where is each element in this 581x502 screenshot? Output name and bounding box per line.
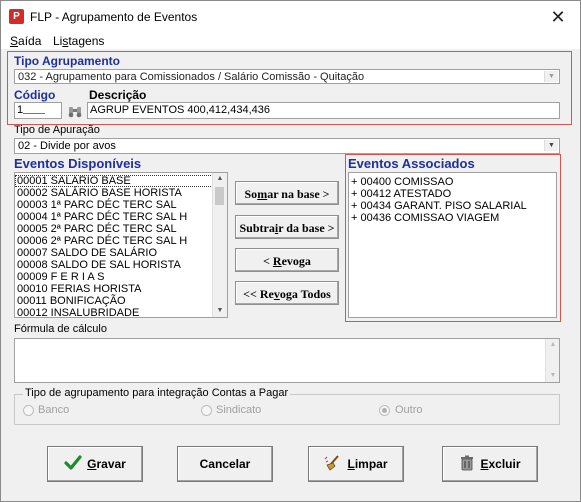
- revoga-todos-label-b: oga Todos: [279, 287, 331, 301]
- broom-icon: [324, 454, 342, 474]
- menu-listagens-label-b: tagens: [68, 34, 105, 48]
- title-bar: P FLP - Agrupamento de Eventos ✕: [1, 1, 580, 31]
- tipo-apuracao-value: 02 - Divide por avos: [18, 140, 116, 152]
- chevron-down-icon[interactable]: ▼: [544, 140, 558, 151]
- tipo-apuracao-label: Tipo de Apuração: [14, 124, 100, 136]
- codigo-label: Código: [14, 88, 56, 102]
- list-item[interactable]: 00008 SALDO DE SAL HORISTA: [15, 259, 227, 271]
- eventos-disponiveis-label: Eventos Disponíveis: [14, 156, 142, 171]
- descricao-input[interactable]: AGRUP EVENTOS 400,412,434,436: [87, 102, 560, 119]
- trash-icon: [459, 455, 475, 474]
- list-item[interactable]: 00006 2ª PARC DÉC TERC SAL H: [15, 235, 227, 247]
- eventos-associados-list[interactable]: + 00400 COMISSAO + 00412 ATESTADO + 0043…: [348, 172, 557, 318]
- list-item[interactable]: 00003 1ª PARC DÉC TERC SAL: [15, 199, 227, 211]
- cancelar-button[interactable]: Cancelar: [177, 446, 273, 482]
- list-item[interactable]: + 00434 GARANT. PISO SALARIAL: [349, 200, 556, 212]
- descricao-value: AGRUP EVENTOS 400,412,434,436: [90, 104, 270, 116]
- radio-outro-label: Outro: [395, 404, 423, 416]
- menu-saida[interactable]: Saída: [10, 34, 41, 48]
- revoga-todos-button[interactable]: << Revoga Todos: [235, 281, 339, 305]
- menu-bar: Saída Listagens: [1, 31, 580, 49]
- descricao-label: Descrição: [89, 88, 147, 102]
- list-item[interactable]: 00009 F E R I A S: [15, 271, 227, 283]
- app-logo-icon: P: [9, 9, 24, 24]
- limpar-button[interactable]: Limpar: [308, 446, 404, 482]
- tipo-agrupamento-label: Tipo Agrupamento: [14, 54, 120, 68]
- gravar-button[interactable]: Gravar: [47, 446, 143, 482]
- formula-scrollbar[interactable]: ▲ ▼: [545, 339, 559, 382]
- list-item[interactable]: 00002 SALÁRIO BASE HORISTA: [15, 187, 227, 199]
- list-item[interactable]: 00010 FERIAS HORISTA: [15, 283, 227, 295]
- codigo-underscore: [23, 103, 46, 114]
- limpar-accel: L: [347, 457, 355, 471]
- list-item[interactable]: + 00400 COMISSAO: [349, 176, 556, 188]
- menu-saida-accel: S: [10, 34, 19, 48]
- subtrair-da-base-button[interactable]: Subtrair da base >: [235, 215, 339, 239]
- menu-listagens-label-a: Li: [53, 34, 63, 48]
- radio-sindicato-label: Sindicato: [216, 404, 262, 416]
- scroll-down-icon[interactable]: ▼: [213, 305, 227, 317]
- excluir-button[interactable]: Excluir: [442, 446, 538, 482]
- revoga-label-b: evoga: [281, 254, 311, 268]
- list-item[interactable]: 00005 2ª PARC DÉC TERC SAL: [15, 223, 227, 235]
- formula-label: Fórmula de cálculo: [14, 323, 107, 335]
- codigo-input[interactable]: 1: [14, 102, 62, 119]
- revoga-label-a: <: [263, 254, 273, 268]
- excluir-label: Excluir: [480, 457, 520, 471]
- limpar-label-rest: impar: [354, 457, 388, 471]
- eventos-disponiveis-list[interactable]: 00001 SALARIO BASE 00002 SALÁRIO BASE HO…: [14, 172, 228, 318]
- subtrair-label-b: r da base >: [278, 221, 335, 235]
- revoga-button[interactable]: < Revoga: [235, 248, 339, 272]
- close-icon[interactable]: ✕: [545, 6, 571, 28]
- cancelar-label: Cancelar: [199, 457, 251, 471]
- somar-label-b: ar na base >: [267, 187, 330, 201]
- checkmark-icon: [64, 454, 82, 474]
- formula-textarea[interactable]: ▲ ▼: [14, 338, 560, 383]
- scroll-up-icon[interactable]: ▲: [546, 339, 559, 351]
- integracao-label: Tipo de agrupamento para integração Cont…: [23, 387, 291, 399]
- revoga-accel: R: [272, 254, 282, 268]
- eventos-associados-label: Eventos Associados: [348, 156, 475, 171]
- radio-sindicato[interactable]: [201, 405, 212, 416]
- gravar-label-rest: ravar: [96, 457, 126, 471]
- somar-na-base-button[interactable]: Somar na base >: [235, 181, 339, 205]
- list-item[interactable]: + 00436 COMISSAO VIAGEM: [349, 212, 556, 224]
- subtrair-label-a: Subtra: [239, 221, 275, 235]
- menu-listagens[interactable]: Listagens: [53, 34, 104, 48]
- list-item[interactable]: 00011 BONIFICAÇÃO: [15, 295, 227, 307]
- excluir-label-rest: xcluir: [488, 457, 521, 471]
- tipo-apuracao-select[interactable]: 02 - Divide por avos ▼: [14, 138, 560, 154]
- revoga-todos-label-a: << Re: [243, 287, 274, 301]
- scroll-down-icon[interactable]: ▼: [546, 370, 559, 382]
- scroll-up-icon[interactable]: ▲: [213, 173, 227, 185]
- radio-banco-label: Banco: [38, 404, 70, 416]
- tipo-agrupamento-select[interactable]: 032 - Agrupamento para Comissionados / S…: [14, 69, 560, 84]
- main-window: P FLP - Agrupamento de Eventos ✕ Saída L…: [0, 0, 581, 502]
- tipo-agrupamento-value: 032 - Agrupamento para Comissionados / S…: [18, 71, 365, 83]
- list-scrollbar[interactable]: ▲ ▼: [212, 173, 227, 317]
- list-item[interactable]: + 00412 ATESTADO: [349, 188, 556, 200]
- somar-accel: m: [257, 187, 268, 201]
- list-item[interactable]: 00004 1ª PARC DÉC TERC SAL H: [15, 211, 227, 223]
- radio-banco[interactable]: [23, 405, 34, 416]
- gravar-label: Gravar: [87, 457, 126, 471]
- window-title: FLP - Agrupamento de Eventos: [30, 10, 198, 24]
- list-item[interactable]: 00007 SALDO DE SALÁRIO: [15, 247, 227, 259]
- list-item[interactable]: 00012 INSALUBRIDADE: [15, 307, 227, 317]
- chevron-down-icon[interactable]: ▼: [544, 71, 558, 82]
- list-item[interactable]: 00001 SALARIO BASE: [15, 175, 217, 187]
- excluir-accel: E: [480, 457, 489, 471]
- radio-outro[interactable]: [379, 405, 390, 416]
- binoculars-icon[interactable]: [67, 103, 83, 118]
- menu-saida-label: aída: [18, 34, 42, 48]
- somar-label-a: So: [244, 187, 258, 201]
- limpar-label: Limpar: [347, 457, 387, 471]
- scrollbar-thumb[interactable]: [215, 187, 224, 205]
